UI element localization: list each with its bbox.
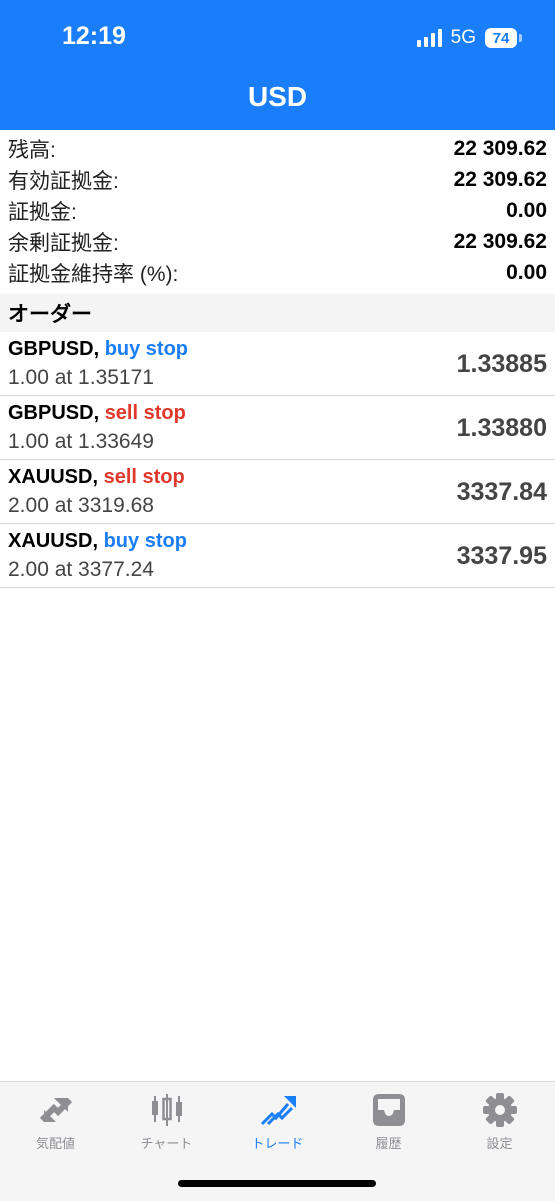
battery-level: 74 <box>492 29 510 47</box>
account-summary: 残高: 22 309.62 有効証拠金: 22 309.62 証拠金: 0.00… <box>0 133 555 288</box>
summary-row-margin: 証拠金: 0.00 <box>0 195 555 226</box>
trade-icon <box>222 1090 333 1130</box>
tab-chart[interactable]: チャート <box>111 1090 222 1152</box>
app-header: 12:19 5G 74 USD <box>0 0 555 130</box>
order-symbol: XAUUSD, <box>8 466 99 488</box>
order-symbol: GBPUSD, <box>8 338 100 360</box>
order-type: buy stop <box>104 338 189 360</box>
order-type: sell stop <box>103 466 185 488</box>
summary-value: 22 309.62 <box>453 229 547 253</box>
tab-label: トレード <box>251 1136 304 1151</box>
status-indicators: 5G 74 <box>416 24 522 52</box>
battery-icon: 74 <box>485 28 522 48</box>
summary-label: 証拠金: <box>8 200 77 224</box>
tab-quotes[interactable]: 気配値 <box>0 1090 111 1152</box>
tab-label: 設定 <box>486 1136 513 1151</box>
orders-section-header: オーダー <box>0 294 555 332</box>
signal-icon <box>416 29 442 47</box>
tab-label: 履歴 <box>375 1136 402 1151</box>
quotes-arrows-icon <box>0 1090 111 1130</box>
summary-value: 22 309.62 <box>453 167 547 191</box>
history-tray-icon <box>333 1090 444 1130</box>
page-title[interactable]: USD <box>0 81 555 113</box>
tab-trade[interactable]: トレード <box>222 1090 333 1152</box>
order-row[interactable]: XAUUSD, sell stop 2.00 at 3319.68 3337.8… <box>0 460 555 524</box>
summary-value: 0.00 <box>506 198 547 222</box>
order-detail: 1.00 at 1.33649 <box>8 430 154 453</box>
summary-label: 余剰証拠金: <box>8 231 119 255</box>
order-symbol: XAUUSD, <box>8 530 99 552</box>
summary-row-equity: 有効証拠金: 22 309.62 <box>0 164 555 195</box>
home-indicator[interactable] <box>178 1180 376 1187</box>
settings-gear-icon <box>444 1090 555 1130</box>
order-symbol-line: GBPUSD, buy stop <box>8 338 188 361</box>
summary-label: 証拠金維持率 (%): <box>8 262 179 286</box>
tab-label: 気配値 <box>35 1136 75 1151</box>
order-detail: 2.00 at 3319.68 <box>8 494 154 517</box>
section-title: オーダー <box>8 303 92 326</box>
order-current-price: 1.33885 <box>456 350 547 378</box>
summary-label: 有効証拠金: <box>8 169 119 193</box>
summary-value: 22 309.62 <box>453 136 547 160</box>
order-current-price: 3337.84 <box>456 478 547 506</box>
order-symbol-line: XAUUSD, sell stop <box>8 466 185 489</box>
summary-value: 0.00 <box>506 260 547 284</box>
candlestick-chart-icon <box>111 1090 222 1130</box>
orders-list: GBPUSD, buy stop 1.00 at 1.35171 1.33885… <box>0 332 555 588</box>
summary-label: 残高: <box>8 138 56 162</box>
network-label: 5G <box>450 27 476 48</box>
order-row[interactable]: GBPUSD, sell stop 1.00 at 1.33649 1.3388… <box>0 396 555 460</box>
tab-label: チャート <box>140 1136 193 1151</box>
order-row[interactable]: GBPUSD, buy stop 1.00 at 1.35171 1.33885 <box>0 332 555 396</box>
summary-row-free-margin: 余剰証拠金: 22 309.62 <box>0 226 555 257</box>
status-time: 12:19 <box>62 22 126 50</box>
tab-settings[interactable]: 設定 <box>444 1090 555 1152</box>
order-type: buy stop <box>103 530 187 552</box>
order-detail: 2.00 at 3377.24 <box>8 558 154 581</box>
order-type: sell stop <box>104 402 186 424</box>
order-symbol-line: XAUUSD, buy stop <box>8 530 187 553</box>
summary-row-margin-level: 証拠金維持率 (%): 0.00 <box>0 257 555 288</box>
order-symbol-line: GBPUSD, sell stop <box>8 402 186 425</box>
order-symbol: GBPUSD, <box>8 402 100 424</box>
order-current-price: 1.33880 <box>456 414 547 442</box>
order-row[interactable]: XAUUSD, buy stop 2.00 at 3377.24 3337.95 <box>0 524 555 588</box>
order-current-price: 3337.95 <box>456 542 547 570</box>
order-detail: 1.00 at 1.35171 <box>8 366 154 389</box>
tab-history[interactable]: 履歴 <box>333 1090 444 1152</box>
summary-row-balance: 残高: 22 309.62 <box>0 133 555 164</box>
